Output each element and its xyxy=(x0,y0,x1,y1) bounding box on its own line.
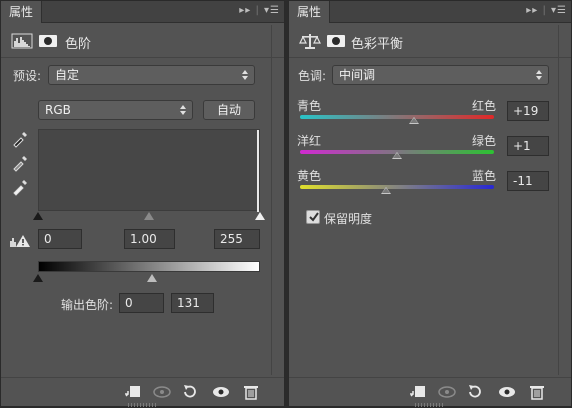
histogram-icon xyxy=(11,33,33,49)
trash-icon[interactable] xyxy=(527,383,547,401)
magenta-label: 洋红 xyxy=(297,134,322,148)
preset-value: 自定 xyxy=(55,68,80,82)
visibility-eye-icon[interactable] xyxy=(497,383,517,401)
green-label: 绿色 xyxy=(472,134,497,148)
input-white-thumb[interactable] xyxy=(255,212,265,220)
balance-icon xyxy=(299,34,321,49)
trash-icon[interactable] xyxy=(241,383,261,401)
tab-properties[interactable]: 属性 xyxy=(289,1,331,23)
output-gradient xyxy=(38,261,260,272)
adjustment-title: 色彩平衡 xyxy=(351,37,404,52)
input-black-field[interactable]: 0 xyxy=(38,229,82,249)
cyan-red-thumb[interactable] xyxy=(409,117,419,124)
panel-menu-icon[interactable]: ▾☰ xyxy=(264,5,280,16)
output-levels-label: 输出色阶: xyxy=(61,298,114,312)
visibility-eye-icon[interactable] xyxy=(211,383,231,401)
channel-select[interactable]: RGB xyxy=(38,100,193,120)
gray-eyedropper-icon[interactable] xyxy=(11,154,29,172)
blue-label: 蓝色 xyxy=(472,169,497,183)
reset-icon[interactable] xyxy=(465,383,485,401)
histogram-spike xyxy=(257,130,259,212)
output-white-field[interactable]: 131 xyxy=(171,293,214,313)
histogram xyxy=(38,129,260,212)
panel-titlebar: 属性 ▸▸ | ▾☰ xyxy=(1,1,284,23)
output-black-field[interactable]: 0 xyxy=(119,293,164,313)
panel-menu-icon[interactable]: ▾☰ xyxy=(551,5,567,16)
black-eyedropper-icon[interactable] xyxy=(11,130,29,148)
auto-button[interactable]: 自动 xyxy=(203,100,255,120)
channel-value: RGB xyxy=(45,103,71,117)
panel-titlebar: 属性 ▸▸ | ▾☰ xyxy=(289,1,571,23)
mask-icon[interactable] xyxy=(37,32,59,50)
white-eyedropper-icon[interactable] xyxy=(11,178,29,196)
collapse-icon[interactable]: ▸▸ xyxy=(526,5,538,16)
magenta-green-thumb[interactable] xyxy=(392,152,402,159)
panel-scrollbar[interactable] xyxy=(271,25,281,375)
resize-grip[interactable] xyxy=(127,403,158,407)
adjustment-header: 色阶 xyxy=(1,24,284,58)
input-white-field[interactable]: 255 xyxy=(214,229,260,249)
panel-footer xyxy=(1,377,284,408)
clip-to-layer-icon[interactable] xyxy=(122,383,142,401)
adjustment-title: 色阶 xyxy=(65,37,92,52)
yellow-label: 黄色 xyxy=(297,169,322,183)
updown-arrow-icon xyxy=(536,70,542,80)
red-label: 红色 xyxy=(472,99,497,113)
tone-label: 色调: xyxy=(298,69,327,83)
view-previous-icon[interactable] xyxy=(152,383,172,401)
yellow-blue-field[interactable]: -11 xyxy=(507,171,549,191)
panel-controls: ▸▸ | ▾☰ xyxy=(526,5,567,16)
checkmark-icon xyxy=(309,212,319,222)
updown-arrow-icon xyxy=(180,105,186,115)
output-black-thumb[interactable] xyxy=(33,274,43,282)
updown-arrow-icon xyxy=(242,70,248,80)
view-previous-icon[interactable] xyxy=(437,383,457,401)
tone-value: 中间调 xyxy=(339,68,376,82)
preserve-luminosity-checkbox[interactable] xyxy=(306,210,320,224)
cyan-red-field[interactable]: +19 xyxy=(507,101,549,121)
panel-controls: ▸▸ | ▾☰ xyxy=(239,5,280,16)
tab-properties[interactable]: 属性 xyxy=(1,1,43,23)
preset-select[interactable]: 自定 xyxy=(48,65,255,85)
input-gamma-field[interactable]: 1.00 xyxy=(124,229,175,249)
clip-to-layer-icon[interactable] xyxy=(407,383,427,401)
preserve-luminosity-label[interactable]: 保留明度 xyxy=(324,210,372,227)
mask-icon[interactable] xyxy=(325,32,347,50)
cyan-red-track[interactable] xyxy=(300,115,494,119)
panel-scrollbar[interactable] xyxy=(558,25,568,375)
panel-footer xyxy=(289,377,571,408)
adjustment-header: 色彩平衡 xyxy=(289,24,571,58)
levels-properties-panel: 属性 ▸▸ | ▾☰ 色阶 预设: 自定 RGB 自动 0 1.00 255 输… xyxy=(0,0,285,407)
magenta-green-field[interactable]: +1 xyxy=(507,136,549,156)
collapse-icon[interactable]: ▸▸ xyxy=(239,5,251,16)
output-gray-thumb[interactable] xyxy=(147,274,158,282)
input-gamma-thumb[interactable] xyxy=(144,212,154,220)
yellow-blue-thumb[interactable] xyxy=(381,187,391,194)
color-balance-properties-panel: 属性 ▸▸ | ▾☰ 色彩平衡 色调: 中间调 青色 红色 +19 洋红 绿色 … xyxy=(288,0,572,407)
reset-icon[interactable] xyxy=(180,383,200,401)
cyan-label: 青色 xyxy=(297,99,322,113)
tone-select[interactable]: 中间调 xyxy=(332,65,549,85)
yellow-blue-track[interactable] xyxy=(300,185,494,189)
resize-grip[interactable] xyxy=(415,403,445,407)
input-black-thumb[interactable] xyxy=(33,212,43,220)
preset-label: 预设: xyxy=(13,69,42,83)
clip-warning-icon[interactable] xyxy=(9,234,31,248)
